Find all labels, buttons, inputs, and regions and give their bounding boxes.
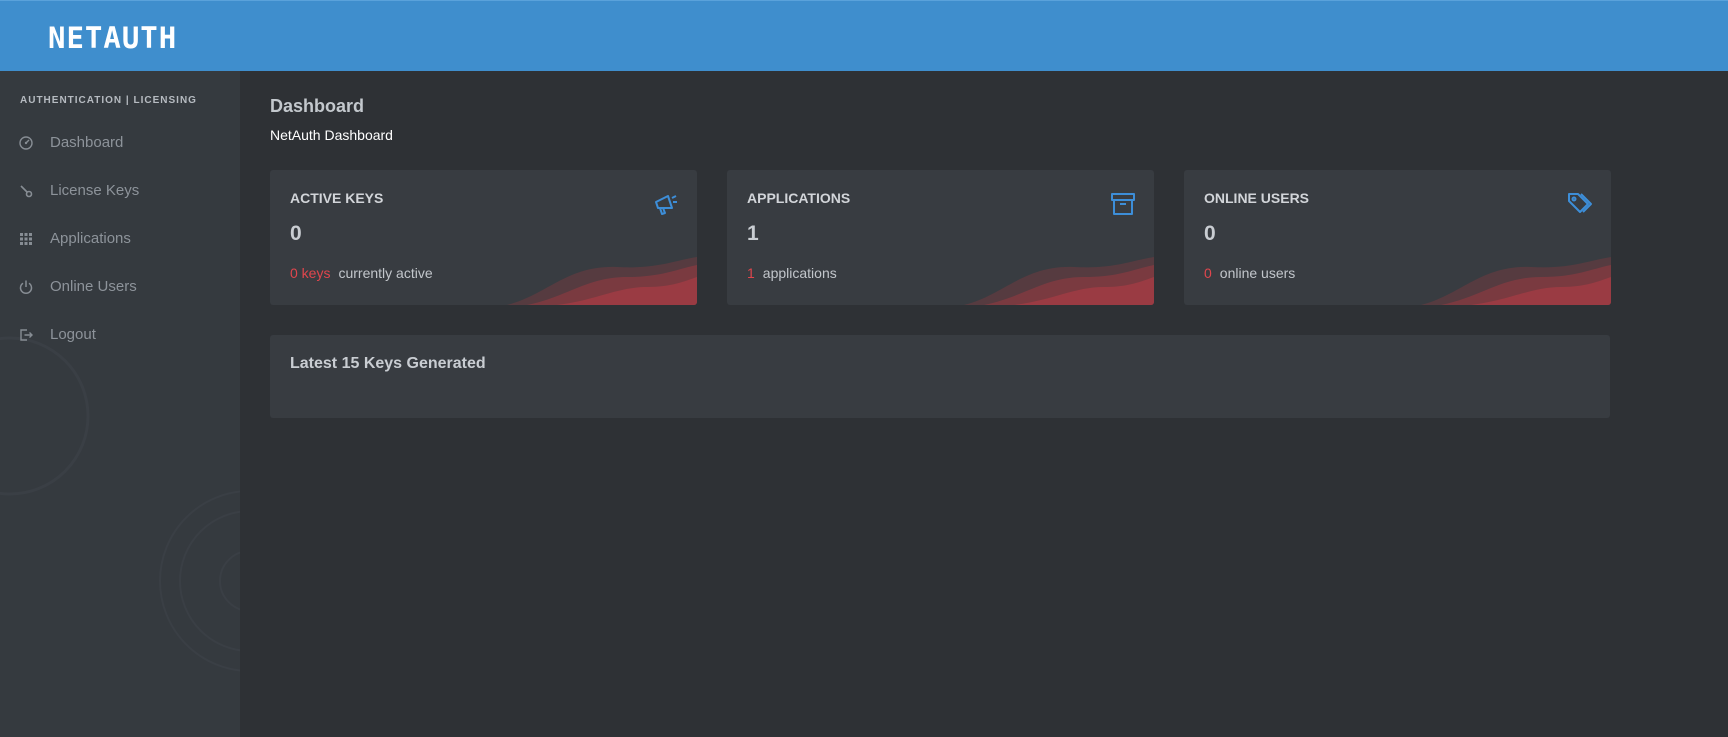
tags-icon xyxy=(1567,191,1593,217)
stat-card-active-keys: ACTIVE KEYS 0 0 keys currently active xyxy=(270,170,697,305)
sidebar-item-label: Applications xyxy=(50,230,131,247)
archive-icon xyxy=(1110,191,1136,217)
page-subtitle: NetAuth Dashboard xyxy=(270,127,393,143)
card-highlight: 1 xyxy=(747,265,755,281)
sidebar-item-license-keys[interactable]: License Keys xyxy=(0,171,240,211)
wave-decoration xyxy=(1421,257,1611,305)
sidebar-item-logout[interactable]: Logout xyxy=(0,315,240,355)
card-footer-text: applications xyxy=(762,265,837,281)
stat-card-applications: APPLICATIONS 1 1 applications xyxy=(727,170,1154,305)
wave-decoration xyxy=(507,257,697,305)
panel-title: Latest 15 Keys Generated xyxy=(290,355,486,372)
sidebar-item-applications[interactable]: Applications xyxy=(0,219,240,259)
sidebar-item-dashboard[interactable]: Dashboard xyxy=(0,123,240,163)
sidebar-heading: AUTHENTICATION | LICENSING xyxy=(20,95,197,106)
grid-icon xyxy=(18,231,34,247)
sidebar-item-online-users[interactable]: Online Users xyxy=(0,267,240,307)
megaphone-icon xyxy=(653,191,679,217)
card-title: ACTIVE KEYS xyxy=(290,190,384,206)
brand-logo[interactable]: NETAUTH xyxy=(48,23,177,53)
sidebar-item-label: License Keys xyxy=(50,182,140,199)
card-footer: 0 online users xyxy=(1204,265,1295,281)
latest-keys-panel: Latest 15 Keys Generated xyxy=(270,335,1610,418)
sidebar-item-label: Logout xyxy=(50,326,96,343)
card-footer-text: online users xyxy=(1219,265,1296,281)
card-highlight: 0 xyxy=(1204,265,1212,281)
card-value: 0 xyxy=(1204,222,1216,245)
sidebar-item-label: Dashboard xyxy=(50,134,124,151)
power-icon xyxy=(18,279,34,295)
key-icon xyxy=(18,183,34,199)
sidebar-item-label: Online Users xyxy=(50,278,137,295)
stat-card-online-users: ONLINE USERS 0 0 online users xyxy=(1184,170,1611,305)
logout-icon xyxy=(18,327,34,343)
wave-decoration xyxy=(964,257,1154,305)
card-footer: 0 keys currently active xyxy=(290,265,433,281)
card-title: ONLINE USERS xyxy=(1204,190,1310,206)
sidebar: AUTHENTICATION | LICENSING Dashboard Lic… xyxy=(0,71,240,737)
card-value: 0 xyxy=(290,222,302,245)
card-value: 1 xyxy=(747,222,759,245)
card-title: APPLICATIONS xyxy=(747,190,851,206)
card-footer-text: currently active xyxy=(338,265,433,281)
dashboard-icon xyxy=(18,135,34,151)
page-title: Dashboard xyxy=(270,96,365,116)
top-bar: NETAUTH xyxy=(0,0,1728,71)
card-highlight: 0 keys xyxy=(290,265,331,281)
card-footer: 1 applications xyxy=(747,265,837,281)
